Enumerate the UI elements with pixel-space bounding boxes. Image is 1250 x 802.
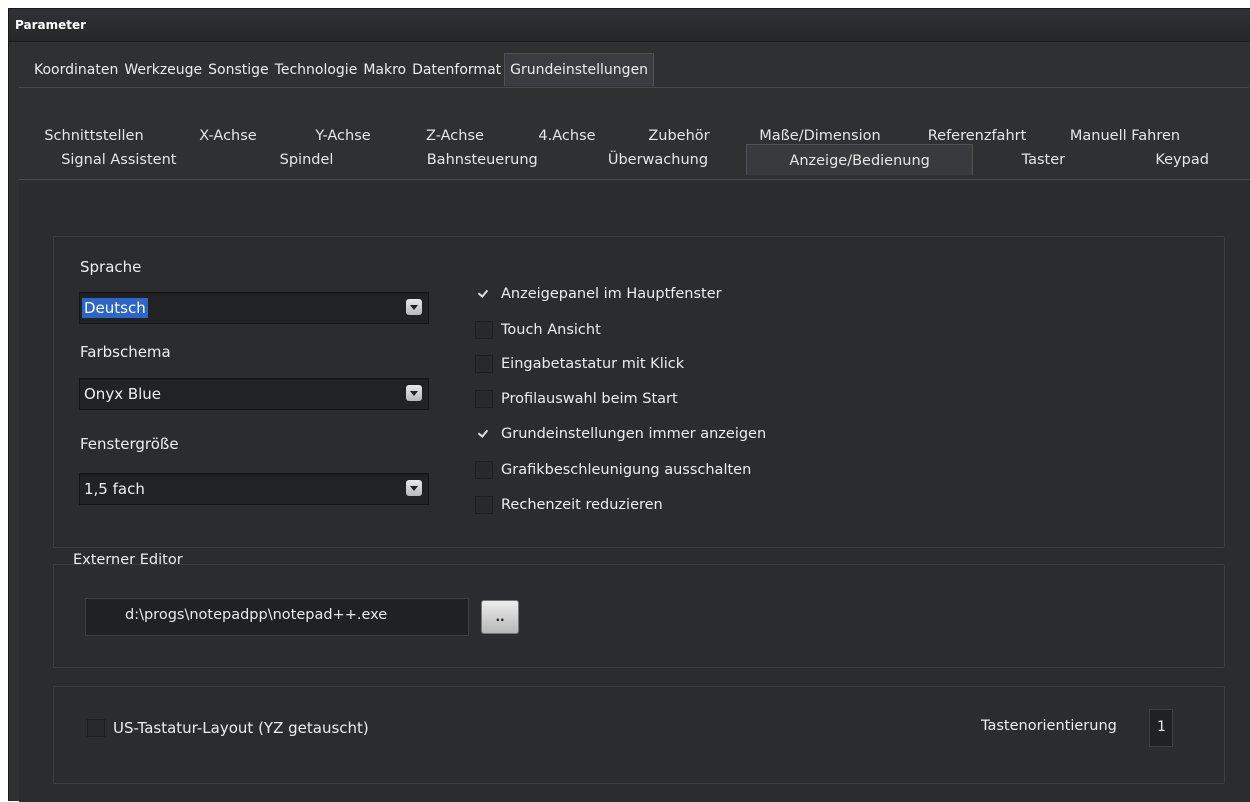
window-title: Parameter (15, 18, 87, 32)
checkbox-label: Grundeinstellungen immer anzeigen (501, 426, 767, 442)
color-scheme-select[interactable]: Onyx Blue (79, 378, 429, 410)
tab-grundeinstellungen[interactable]: Grundeinstellungen (504, 53, 655, 86)
tab-datenformat[interactable]: Datenformat (409, 54, 504, 86)
checkbox-label: Touch Ansicht (501, 322, 601, 338)
checkbox-label: Rechenzeit reduzieren (501, 497, 663, 513)
window-size-value: 1,5 fach (84, 480, 145, 498)
browse-button-label: .. (495, 610, 505, 624)
checkbox-eingabetastatur[interactable]: Eingabetastatur mit Klick (475, 354, 684, 374)
sub-tab-bar: Schnittstellen X-Achse Y-Achse Z-Achse 4… (19, 119, 1250, 179)
checkbox-grundeinstellungen[interactable]: Grundeinstellungen immer anzeigen (475, 424, 766, 444)
external-editor-path-input[interactable]: d:\progs\notepadpp\notepad++.exe (85, 598, 469, 636)
tab-separator (19, 87, 1249, 88)
checkbox-rechenzeit[interactable]: Rechenzeit reduzieren (475, 495, 663, 515)
checkbox-us-layout[interactable]: US-Tastatur-Layout (YZ getauscht) (87, 718, 369, 738)
key-orientation-label: Tastenorientierung (981, 718, 1117, 734)
color-scheme-value: Onyx Blue (84, 385, 162, 403)
language-value: Deutsch (82, 298, 148, 318)
checkbox-profilauswahl[interactable]: Profilauswahl beim Start (475, 389, 678, 409)
checkbox-box[interactable] (475, 496, 493, 514)
sub-tab-row-2: Signal Assistent Spindel Bahnsteuerung Ü… (19, 144, 1250, 175)
tab-anzeige-bedienung[interactable]: Anzeige/Bedienung (745, 144, 974, 175)
sub-tab-row-1: Schnittstellen X-Achse Y-Achse Z-Achse 4… (19, 123, 1250, 149)
chevron-down-icon[interactable] (406, 385, 422, 401)
tab-makro[interactable]: Makro (360, 54, 409, 86)
external-editor-path: d:\progs\notepadpp\notepad++.exe (125, 607, 388, 623)
tab-manuell-fahren[interactable]: Manuell Fahren (1049, 123, 1201, 149)
tab-signal-assistent[interactable]: Signal Assistent (19, 147, 219, 173)
tab-werkzeuge[interactable]: Werkzeuge (121, 54, 205, 86)
checkbox-label: Grafikbeschleunigung ausschalten (501, 462, 752, 478)
checkmark-icon[interactable] (475, 425, 493, 443)
language-select[interactable]: Deutsch (79, 292, 429, 324)
window-size-select[interactable]: 1,5 fach (79, 473, 429, 505)
tab-sonstige[interactable]: Sonstige (205, 54, 272, 86)
checkbox-grafikbeschleunigung[interactable]: Grafikbeschleunigung ausschalten (475, 460, 751, 480)
chevron-down-icon[interactable] (406, 480, 422, 496)
main-tab-bar: Koordinaten Werkzeuge Sonstige Technolog… (31, 53, 655, 86)
tab-koordinaten[interactable]: Koordinaten (31, 54, 121, 86)
checkbox-box[interactable] (475, 390, 493, 408)
key-orientation-value: 1 (1157, 719, 1166, 735)
parameter-window: Parameter Koordinaten Werkzeuge Sonstige… (8, 8, 1250, 802)
tab-spindel[interactable]: Spindel (219, 147, 395, 173)
chevron-down-icon[interactable] (406, 299, 422, 315)
tab-x-achse[interactable]: X-Achse (169, 123, 287, 149)
title-bar: Parameter (9, 9, 1250, 42)
checkbox-label: US-Tastatur-Layout (YZ getauscht) (113, 719, 369, 737)
color-scheme-label: Farbschema (80, 343, 171, 361)
checkmark-icon[interactable] (475, 285, 493, 303)
tab-y-achse[interactable]: Y-Achse (287, 123, 399, 149)
tab-4-achse[interactable]: 4.Achse (511, 123, 623, 149)
tab-keypad[interactable]: Keypad (1113, 147, 1250, 173)
language-label: Sprache (80, 258, 142, 276)
checkbox-box[interactable] (475, 355, 493, 373)
key-orientation-input[interactable]: 1 (1149, 709, 1173, 747)
checkbox-anzeigepanel[interactable]: Anzeigepanel im Hauptfenster (475, 284, 722, 304)
checkbox-touch-ansicht[interactable]: Touch Ansicht (475, 320, 601, 340)
tab-schnittstellen[interactable]: Schnittstellen (19, 123, 169, 149)
checkbox-box[interactable] (475, 461, 493, 479)
checkbox-label: Anzeigepanel im Hauptfenster (501, 286, 722, 302)
checkbox-label: Profilauswahl beim Start (501, 391, 678, 407)
checkbox-box[interactable] (475, 321, 493, 339)
browse-button[interactable]: .. (481, 600, 519, 634)
window-size-label: Fenstergröße (80, 435, 179, 453)
tab-technologie[interactable]: Technologie (272, 54, 361, 86)
tab-taster[interactable]: Taster (973, 147, 1113, 173)
tab-ueberwachung[interactable]: Überwachung (570, 147, 746, 173)
tab-z-achse[interactable]: Z-Achse (399, 123, 511, 149)
checkbox-box[interactable] (87, 719, 105, 737)
checkbox-label: Eingabetastatur mit Klick (501, 356, 685, 372)
settings-panel: Sprache Deutsch Farbschema Onyx Blue Fen… (19, 179, 1250, 802)
tab-bahnsteuerung[interactable]: Bahnsteuerung (394, 147, 570, 173)
tab-zubehoer[interactable]: Zubehör (623, 123, 735, 149)
